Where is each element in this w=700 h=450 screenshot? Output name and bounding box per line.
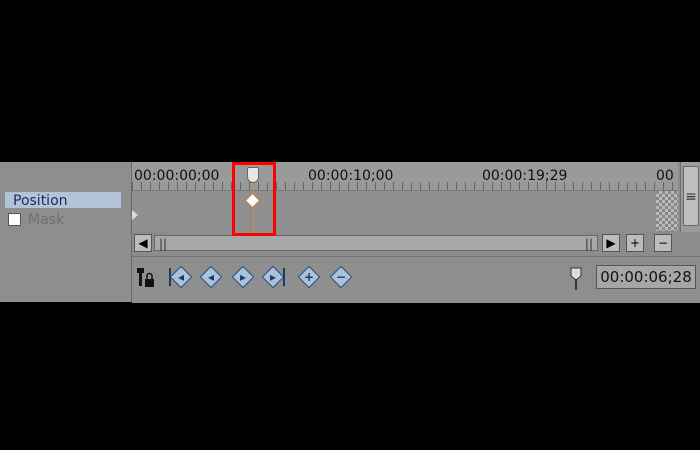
track-list: Position Mask bbox=[0, 162, 132, 302]
lock-icon bbox=[137, 268, 154, 287]
track-mask-label: Mask bbox=[28, 212, 65, 228]
arrow-left-icon: ◂ bbox=[207, 270, 215, 284]
lane-end-region bbox=[656, 191, 678, 231]
arrow-right-icon: ▸ bbox=[269, 270, 277, 284]
lane-arrow-icon bbox=[132, 210, 138, 220]
add-keyframe-button[interactable]: + bbox=[297, 265, 321, 289]
track-mask[interactable]: Mask bbox=[4, 211, 122, 229]
time-ruler[interactable]: 00:00:00;00 00:00:10;00 00:00:19;29 00 bbox=[132, 162, 678, 191]
previous-keyframe-button[interactable]: ◂ bbox=[199, 265, 223, 289]
scroll-left-button[interactable]: ◀ bbox=[134, 234, 152, 252]
track-position-label: Position bbox=[13, 193, 68, 209]
cursor-marker-icon bbox=[570, 267, 582, 290]
horizontal-scroll-track[interactable]: || || bbox=[154, 235, 598, 251]
keyframe-timeline[interactable]: 00:00:00;00 00:00:10;00 00:00:19;29 00 bbox=[132, 162, 678, 232]
cursor-position-icon-wrap bbox=[568, 266, 590, 290]
scroll-grip-right-icon[interactable]: || bbox=[585, 237, 593, 251]
keyframe-controller-panel: Position Mask 00:00:00;00 00:00:10;00 00… bbox=[0, 162, 700, 303]
delete-keyframe-button[interactable]: − bbox=[329, 265, 353, 289]
vertical-scrollbar[interactable]: ≡ bbox=[680, 162, 700, 232]
minus-icon: − bbox=[335, 270, 347, 284]
keyframe-lane[interactable] bbox=[132, 191, 678, 231]
scroll-right-button[interactable]: ▶ bbox=[602, 234, 620, 252]
horizontal-scrollbar[interactable]: ◀ || || ▶ + − bbox=[132, 234, 700, 252]
ruler-ticks bbox=[132, 182, 678, 190]
scroll-grip-left-icon[interactable]: || bbox=[159, 237, 167, 251]
current-time-display[interactable]: 00:00:06;28 bbox=[596, 265, 696, 289]
first-keyframe-button[interactable]: ◂ bbox=[168, 265, 193, 289]
plus-icon: + bbox=[303, 270, 315, 284]
arrow-right-icon: ▸ bbox=[239, 270, 247, 284]
playhead-highlight-annotation bbox=[232, 162, 276, 236]
lock-to-envelope-button[interactable] bbox=[136, 266, 158, 288]
zoom-out-button[interactable]: − bbox=[654, 234, 672, 252]
mask-checkbox[interactable] bbox=[8, 213, 21, 226]
next-keyframe-button[interactable]: ▸ bbox=[231, 265, 255, 289]
last-keyframe-button[interactable]: ▸ bbox=[261, 265, 286, 289]
track-position[interactable]: Position bbox=[4, 191, 122, 209]
last-keyframe-bar bbox=[283, 268, 285, 286]
zoom-in-button[interactable]: + bbox=[626, 234, 644, 252]
vertical-scroll-thumb[interactable]: ≡ bbox=[683, 166, 699, 226]
arrow-left-icon: ◂ bbox=[177, 270, 185, 284]
keyframe-toolbar: ◂ ◂ ▸ ▸ + − 00:00:06;28 bbox=[132, 256, 700, 303]
